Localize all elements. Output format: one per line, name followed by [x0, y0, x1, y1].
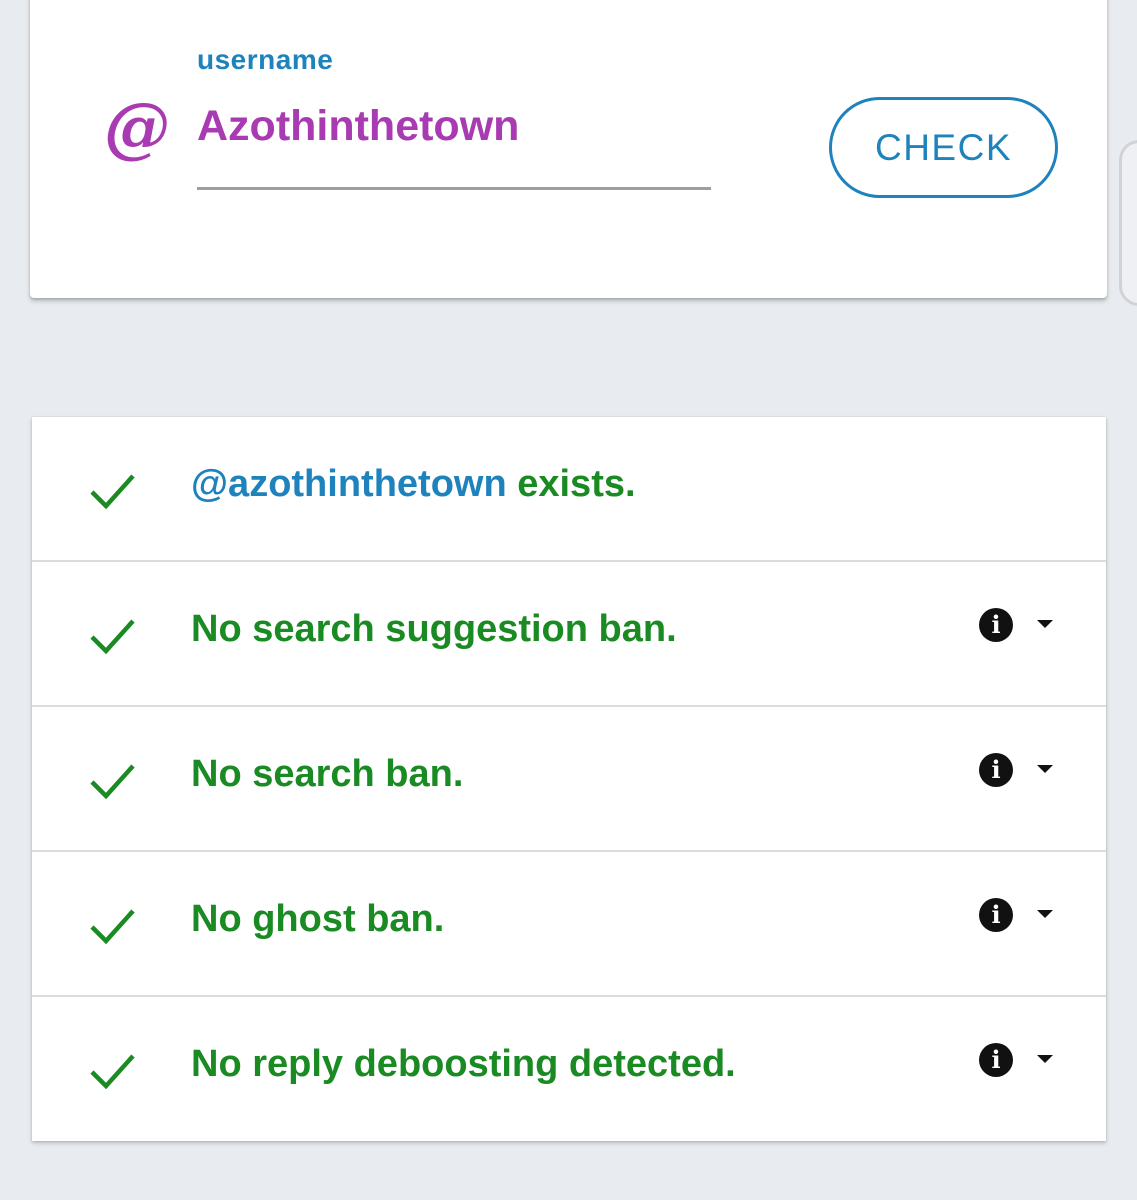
info-icon[interactable]: i: [979, 753, 1013, 787]
exists-text: exists.: [506, 463, 636, 505]
search-card: username @ CHECK: [30, 0, 1107, 298]
result-text: No reply deboosting detected.: [191, 1043, 736, 1085]
username-input[interactable]: [197, 98, 711, 190]
result-text: No search suggestion ban.: [191, 608, 677, 650]
check-button[interactable]: CHECK: [829, 97, 1058, 198]
result-text: No search ban.: [191, 753, 464, 795]
check-icon: [90, 1054, 135, 1090]
result-row-reply-deboosting: No reply deboosting detected. i: [32, 997, 1106, 1142]
check-icon: [90, 474, 135, 510]
at-icon: @: [104, 88, 170, 166]
info-icon[interactable]: i: [979, 1043, 1013, 1077]
username-handle: @azothinthetown: [191, 463, 507, 505]
chevron-down-icon[interactable]: [1037, 620, 1053, 628]
check-icon: [90, 909, 135, 945]
result-text: No ghost ban.: [191, 898, 445, 940]
info-icon[interactable]: i: [979, 898, 1013, 932]
side-drawer-handle[interactable]: [1119, 140, 1137, 306]
result-text: @azothinthetown exists.: [191, 463, 636, 506]
chevron-down-icon[interactable]: [1037, 765, 1053, 773]
result-row-search-suggestion-ban: No search suggestion ban. i: [32, 562, 1106, 707]
chevron-down-icon[interactable]: [1037, 1055, 1053, 1063]
result-row-search-ban: No search ban. i: [32, 707, 1106, 852]
username-label: username: [197, 44, 334, 75]
results-list: @azothinthetown exists. No search sugges…: [32, 417, 1106, 1141]
result-row-exists: @azothinthetown exists.: [32, 417, 1106, 562]
chevron-down-icon[interactable]: [1037, 910, 1053, 918]
check-icon: [90, 619, 135, 655]
result-row-ghost-ban: No ghost ban. i: [32, 852, 1106, 997]
info-icon[interactable]: i: [979, 608, 1013, 642]
check-icon: [90, 764, 135, 800]
